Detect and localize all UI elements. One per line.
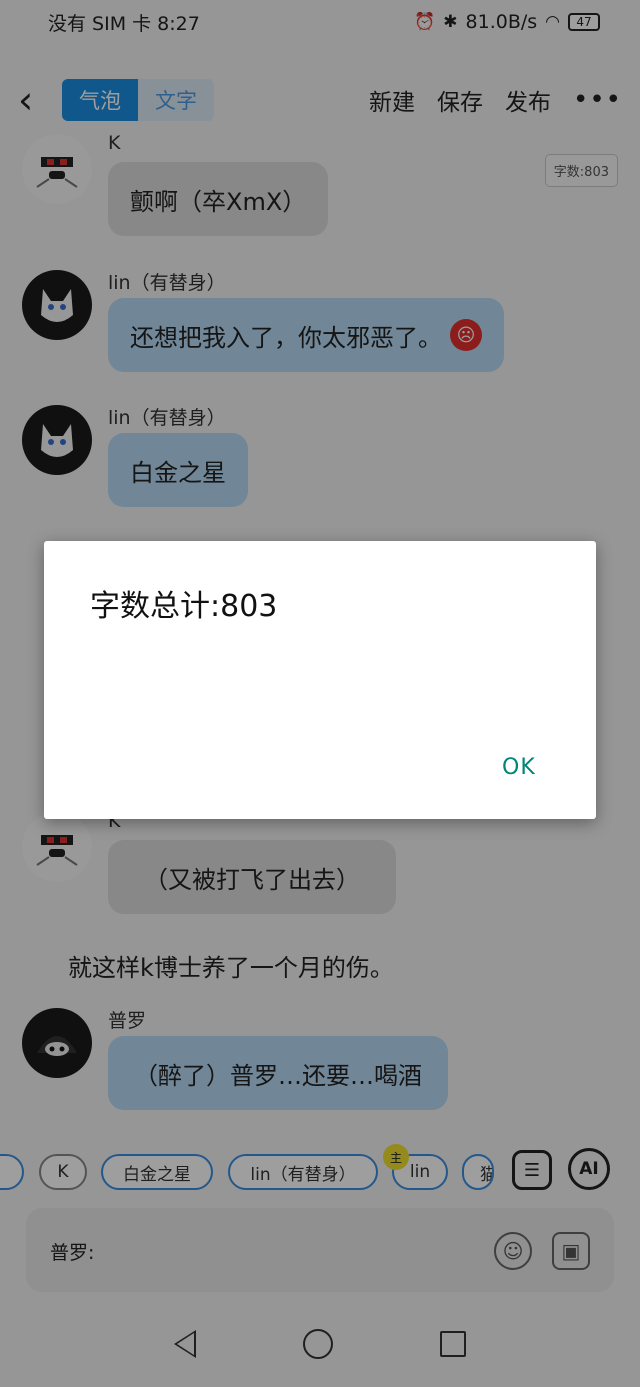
dialog-message: 字数总计:803	[90, 589, 278, 624]
word-count-dialog: 字数总计:803 OK	[44, 541, 596, 819]
ok-button[interactable]: OK	[502, 755, 536, 780]
